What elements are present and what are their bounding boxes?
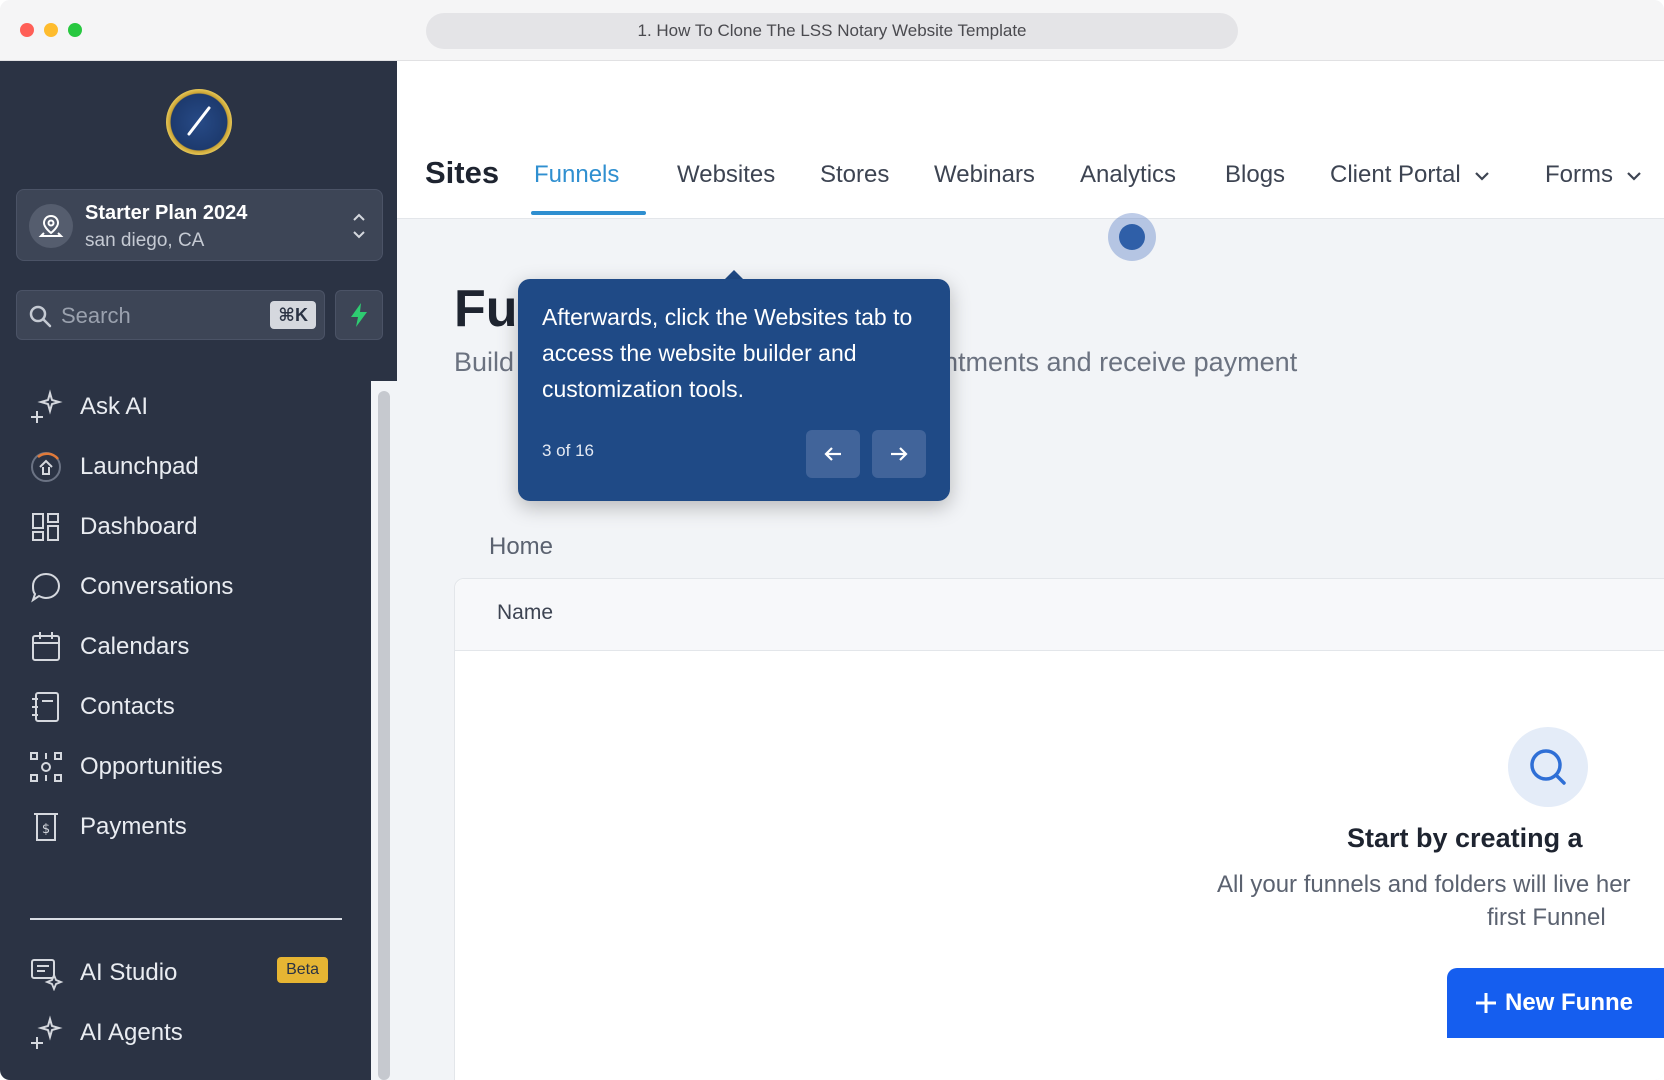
new-funnel-label: New Funne [1505, 989, 1634, 1016]
empty-state-search-icon [1508, 727, 1588, 807]
quick-actions-button[interactable] [335, 290, 383, 340]
opportunities-icon [30, 752, 62, 782]
arrow-left-icon [824, 447, 841, 461]
search-shortcut: ⌘K [270, 301, 316, 329]
minimize-window-button[interactable] [44, 23, 58, 37]
sparkle-icon [31, 1015, 63, 1049]
sidebar-item-ask-ai[interactable]: Ask AI [28, 387, 348, 427]
chevron-down-icon [1627, 171, 1641, 181]
account-location: san diego, CA [85, 230, 205, 251]
chevron-up-down-icon [353, 213, 365, 239]
location-pin-icon [29, 204, 73, 248]
click-indicator [1108, 213, 1156, 261]
tooltip-next-button[interactable] [872, 430, 926, 478]
launchpad-icon [31, 452, 61, 482]
tooltip-step-counter: 3 of 16 [542, 441, 594, 460]
column-header-name[interactable]: Name [497, 601, 553, 625]
quill-icon [187, 106, 211, 136]
contacts-icon [32, 692, 59, 722]
new-funnel-button[interactable]: New Funne [1447, 968, 1664, 1038]
tab-funnels[interactable]: Funnels [534, 161, 619, 189]
top-nav: Sites Funnels Websites Stores Webinars A… [397, 61, 1664, 219]
tooltip-message: Afterwards, click the Websites tab to ac… [542, 304, 913, 402]
table-header: Name [455, 579, 1664, 651]
ai-studio-icon [31, 959, 64, 991]
brand-logo[interactable] [166, 89, 232, 155]
breadcrumb[interactable]: Home [489, 533, 553, 561]
tooltip-previous-button[interactable] [806, 430, 860, 478]
tab-stores[interactable]: Stores [820, 161, 889, 189]
page-subtitle-start: Build [454, 347, 515, 377]
tab-forms[interactable]: Forms [1545, 161, 1643, 189]
beta-badge: Beta [277, 957, 328, 983]
sidebar-item-opportunities[interactable]: Opportunities [28, 747, 348, 787]
empty-state-description: All your funnels and folders will live h… [1217, 871, 1631, 898]
sidebar-item-ai-agents[interactable]: AI Agents [28, 1013, 348, 1053]
tab-client-portal-label: Client Portal [1330, 161, 1461, 188]
tab-websites[interactable]: Websites [677, 161, 775, 189]
tab-client-portal[interactable]: Client Portal [1330, 161, 1491, 189]
active-tab-indicator [531, 211, 646, 215]
sidebar-item-dashboard[interactable]: Dashboard [28, 507, 348, 547]
plus-icon [1476, 993, 1496, 1013]
search-icon [29, 305, 52, 328]
sidebar: Starter Plan 2024 san diego, CA Search ⌘… [0, 61, 397, 1080]
tab-webinars[interactable]: Webinars [934, 161, 1035, 189]
app-window: 1. How To Clone The LSS Notary Website T… [0, 0, 1664, 1080]
tab-blogs[interactable]: Blogs [1225, 161, 1285, 189]
arrow-right-icon [891, 447, 908, 461]
sidebar-item-conversations[interactable]: Conversations [28, 567, 348, 607]
sidebar-scrollbar[interactable] [378, 391, 390, 1080]
empty-state-description-line2: first Funnel [1487, 904, 1606, 931]
dashboard-icon [32, 513, 59, 541]
sidebar-item-payments[interactable]: $ Payments [28, 807, 348, 847]
tab-forms-label: Forms [1545, 161, 1613, 188]
tab-analytics[interactable]: Analytics [1080, 161, 1176, 189]
tour-tooltip: Afterwards, click the Websites tab to ac… [518, 279, 950, 501]
chat-bubble-icon [31, 572, 61, 603]
address-bar[interactable]: 1. How To Clone The LSS Notary Website T… [426, 13, 1238, 49]
svg-text:$: $ [42, 822, 50, 837]
main-content: Sites Funnels Websites Stores Webinars A… [397, 61, 1664, 1080]
search-input[interactable]: Search ⌘K [16, 290, 325, 340]
title-bar: 1. How To Clone The LSS Notary Website T… [0, 0, 1664, 61]
sidebar-item-calendars[interactable]: Calendars [28, 627, 348, 667]
sidebar-item-contacts[interactable]: Contacts [28, 687, 348, 727]
sidebar-divider [30, 918, 342, 920]
page-section-title: Sites [425, 155, 500, 190]
sparkle-icon [31, 389, 63, 423]
chevron-down-icon [1474, 171, 1489, 181]
calendar-icon [32, 632, 60, 661]
sidebar-item-ai-studio[interactable]: AI Studio Beta [28, 953, 348, 993]
account-switcher[interactable]: Starter Plan 2024 san diego, CA [16, 189, 383, 261]
sidebar-item-launchpad[interactable]: Launchpad [28, 447, 348, 487]
page-title: Fu [454, 280, 518, 338]
lightning-icon [351, 303, 367, 327]
account-name: Starter Plan 2024 [85, 202, 248, 224]
page-subtitle-end: intments and receive payment [937, 347, 1298, 377]
search-placeholder: Search [61, 303, 131, 328]
empty-state-title: Start by creating a [1347, 823, 1583, 853]
payments-icon: $ [34, 813, 58, 841]
close-window-button[interactable] [20, 23, 34, 37]
maximize-window-button[interactable] [68, 23, 82, 37]
